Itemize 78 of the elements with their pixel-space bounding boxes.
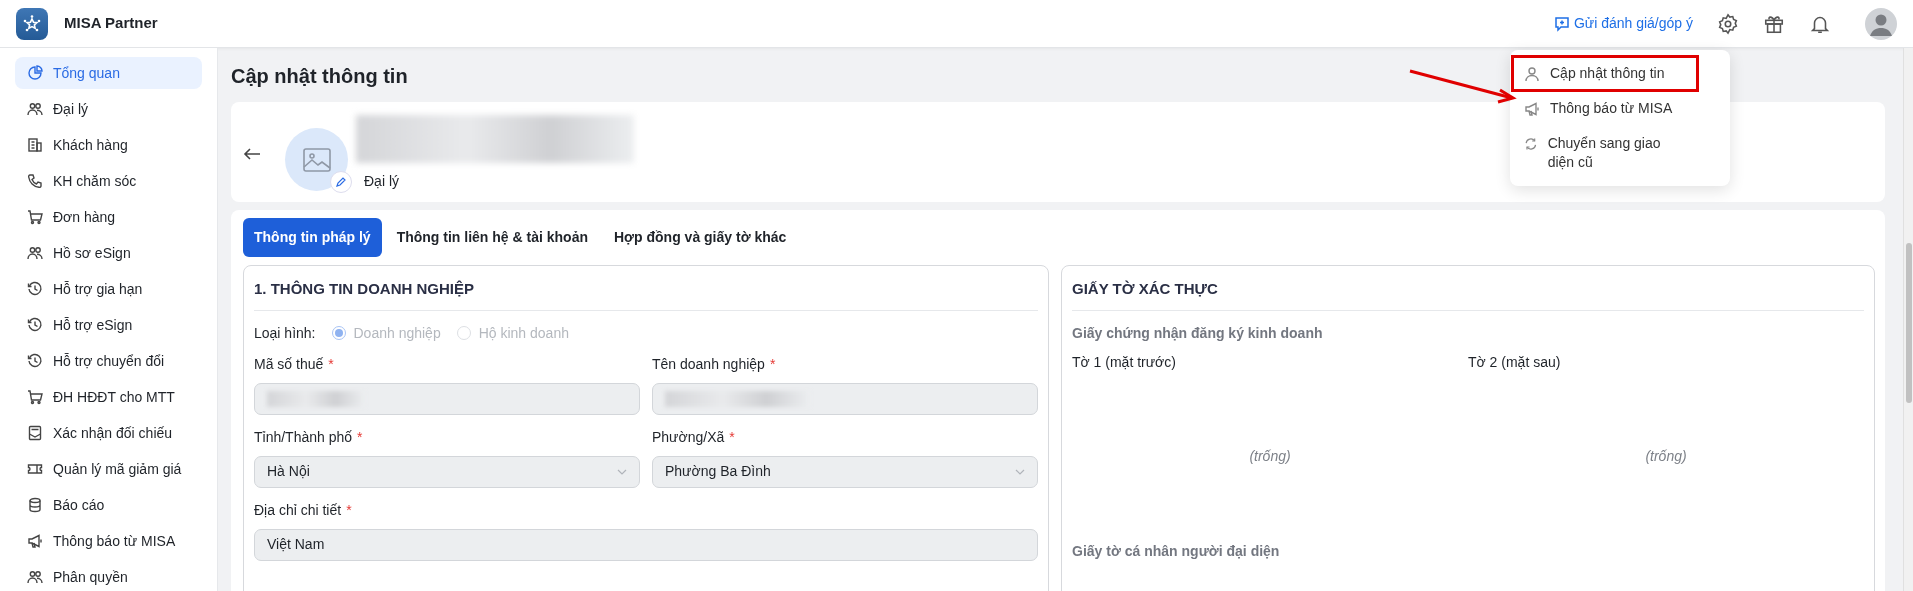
input-field[interactable]: Việt Nam bbox=[254, 528, 1038, 561]
sidebar-item[interactable]: Đơn hàng bbox=[15, 201, 202, 233]
field-label: Mã số thuế bbox=[254, 354, 324, 374]
empty-image-area: (trống) bbox=[1645, 446, 1687, 467]
history-clock-icon bbox=[27, 317, 43, 333]
settings-icon[interactable] bbox=[1717, 12, 1739, 35]
select-field[interactable]: Phường Ba Đình bbox=[652, 455, 1038, 488]
sheet-label: Tờ 1 (mặt trước) bbox=[1072, 352, 1177, 372]
cart-icon bbox=[27, 389, 43, 405]
sidebar-item[interactable]: KH chăm sóc bbox=[15, 165, 202, 197]
required-mark: * bbox=[346, 500, 352, 520]
cart-icon bbox=[27, 209, 43, 225]
profile-role: Đại lý bbox=[364, 172, 400, 191]
user-icon bbox=[1524, 66, 1540, 82]
required-mark: * bbox=[357, 427, 363, 447]
people-icon bbox=[27, 569, 43, 585]
menu-item[interactable]: Chuyển sang giao diện cũ bbox=[1510, 125, 1700, 180]
required-mark: * bbox=[769, 354, 776, 374]
sidebar-item[interactable]: Báo cáo bbox=[15, 489, 202, 521]
page-title: Cập nhật thông tin bbox=[231, 64, 408, 89]
megaphone-icon bbox=[27, 533, 43, 549]
sidebar-item[interactable]: Phân quyền bbox=[15, 561, 202, 591]
phone-icon bbox=[27, 173, 43, 189]
pie-chart-icon bbox=[27, 65, 43, 81]
required-mark: * bbox=[729, 427, 735, 447]
refresh-icon bbox=[1524, 135, 1538, 152]
feedback-link[interactable]: Gửi đánh giá/góp ý bbox=[1553, 13, 1693, 34]
required-mark: * bbox=[328, 354, 334, 374]
back-arrow-icon[interactable] bbox=[243, 146, 261, 161]
edit-pencil-icon[interactable] bbox=[330, 171, 352, 193]
document-icon bbox=[27, 425, 43, 441]
sidebar-item[interactable]: ĐH HĐĐT cho MTT bbox=[15, 381, 202, 413]
sidebar-item[interactable]: Quản lý mã giảm giá bbox=[15, 453, 202, 485]
group-title: Giấy chứng nhận đăng ký kinh doanh bbox=[1072, 323, 1324, 343]
user-avatar[interactable] bbox=[1865, 7, 1897, 40]
group-title: Giấy tờ cá nhân người đại diện bbox=[1072, 541, 1281, 561]
sidebar-item[interactable]: Tổng quan bbox=[15, 57, 202, 89]
building-icon bbox=[27, 137, 43, 153]
section-title: GIẤY TỜ XÁC THỰC bbox=[1072, 266, 1864, 311]
radio-option: Doanh nghiệp bbox=[331, 322, 441, 344]
select-field[interactable]: Hà Nội bbox=[254, 455, 640, 488]
scrollbar[interactable] bbox=[1903, 48, 1913, 591]
feedback-icon bbox=[1553, 15, 1570, 32]
input-field[interactable] bbox=[254, 382, 640, 415]
ticket-icon bbox=[27, 461, 43, 477]
empty-image-area: (trống) bbox=[1249, 446, 1291, 467]
sidebar-item[interactable]: Xác nhận đối chiếu bbox=[15, 417, 202, 449]
sidebar-item[interactable]: Hỗ trợ chuyển đổi bbox=[15, 345, 202, 377]
database-icon bbox=[27, 497, 43, 513]
field-label: Tên doanh nghiệp bbox=[652, 354, 765, 374]
menu-item[interactable]: Thông báo từ MISA bbox=[1510, 90, 1700, 126]
app-logo bbox=[16, 7, 48, 40]
radio-option: Hộ kinh doanh bbox=[456, 322, 569, 344]
field-label: Phường/Xã bbox=[652, 427, 725, 447]
field-label: Loại hình: bbox=[254, 323, 316, 343]
menu-item[interactable]: Cập nhật thông tin bbox=[1512, 56, 1698, 91]
tab[interactable]: Hợp đồng và giấy tờ khác bbox=[603, 218, 798, 257]
people-icon bbox=[27, 245, 43, 261]
sidebar-item[interactable]: Hồ sơ eSign bbox=[15, 237, 202, 269]
sidebar-item[interactable]: Hỗ trợ eSign bbox=[15, 309, 202, 341]
field-label: Địa chỉ chi tiết bbox=[254, 500, 342, 520]
chevron-down-icon bbox=[617, 468, 627, 475]
tab[interactable]: Thông tin liên hệ & tài khoản bbox=[385, 218, 599, 257]
sidebar-item[interactable]: Hỗ trợ gia hạn bbox=[15, 273, 202, 305]
sheet-label: Tờ 2 (mặt sau) bbox=[1468, 352, 1562, 372]
app-title: MISA Partner bbox=[64, 13, 158, 34]
chevron-down-icon bbox=[1015, 468, 1025, 475]
history-clock-icon bbox=[27, 281, 43, 297]
sidebar-item[interactable]: Khách hàng bbox=[15, 129, 202, 161]
tab[interactable]: Thông tin pháp lý bbox=[243, 218, 382, 257]
megaphone-icon bbox=[1524, 100, 1540, 117]
people-icon bbox=[27, 101, 43, 117]
section-title: 1. THÔNG TIN DOANH NGHIỆP bbox=[254, 266, 1038, 311]
input-field[interactable] bbox=[652, 382, 1038, 415]
sidebar-item[interactable]: Thông báo từ MISA bbox=[15, 525, 202, 557]
field-label: Tỉnh/Thành phố bbox=[254, 427, 353, 447]
sidebar-item[interactable]: Đại lý bbox=[15, 93, 202, 125]
history-clock-icon bbox=[27, 353, 43, 369]
